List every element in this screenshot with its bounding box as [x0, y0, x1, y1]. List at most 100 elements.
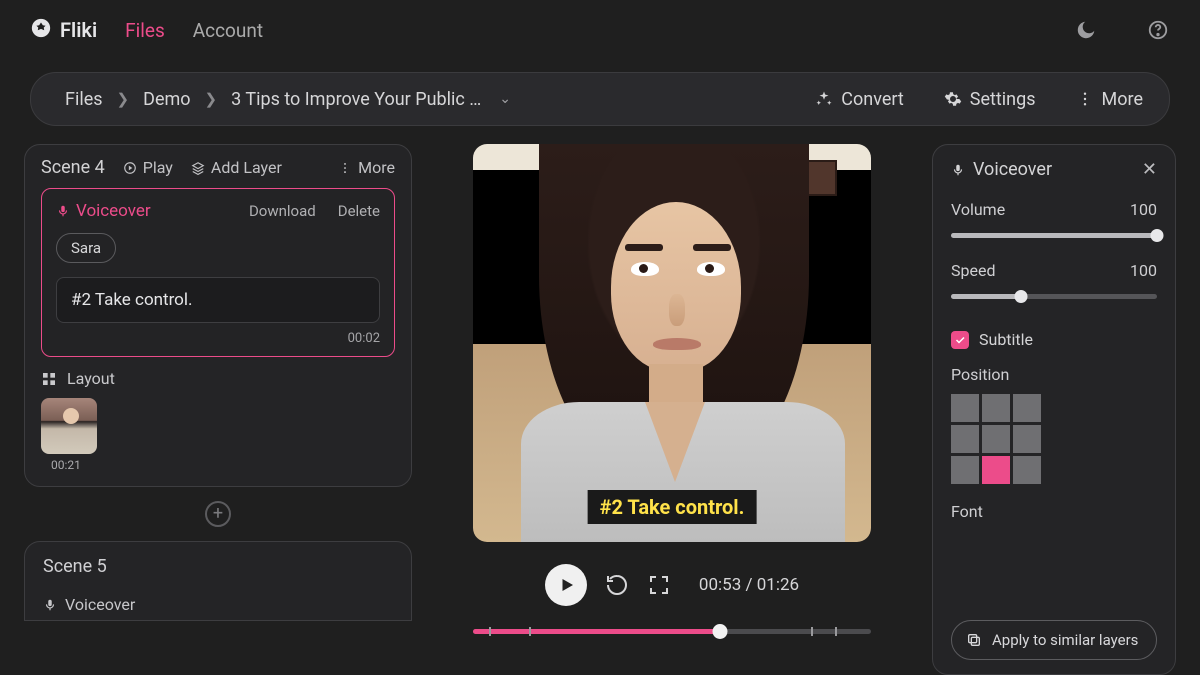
voiceover-card[interactable]: Voiceover Download Delete Sara #2 Take c… — [41, 188, 395, 357]
breadcrumb-folder[interactable]: Demo — [143, 89, 190, 110]
play-icon — [558, 576, 576, 594]
breadcrumb-toolbar: Files ❯ Demo ❯ 3 Tips to Improve Your Pu… — [30, 72, 1170, 126]
scene4-add-layer-label: Add Layer — [211, 158, 282, 177]
scene4-title: Scene 4 — [41, 157, 105, 178]
apply-label: Apply to similar layers — [992, 631, 1138, 649]
brand[interactable]: Fliki — [30, 17, 97, 44]
breadcrumb-file[interactable]: 3 Tips to Improve Your Public … — [231, 89, 481, 110]
close-icon: ✕ — [1142, 159, 1157, 180]
fullscreen-icon — [647, 573, 671, 597]
position-cell-8[interactable] — [1013, 456, 1041, 484]
voiceover-duration: 00:02 — [56, 331, 380, 346]
main-layout: Scene 4 Play Add Layer More — [0, 126, 1200, 675]
layout-header[interactable]: Layout — [41, 369, 395, 388]
position-cell-5[interactable] — [1013, 425, 1041, 453]
layout-grid-icon — [41, 371, 57, 387]
speed-label: Speed — [951, 261, 995, 280]
dots-vertical-icon — [338, 161, 352, 175]
voiceover-text-input[interactable]: #2 Take control. — [56, 277, 380, 323]
volume-slider[interactable] — [951, 229, 1157, 241]
copy-icon — [966, 632, 982, 648]
scene4-add-layer-button[interactable]: Add Layer — [191, 158, 282, 177]
left-column: Scene 4 Play Add Layer More — [24, 144, 412, 675]
voiceover-download-button[interactable]: Download — [249, 202, 316, 220]
video-subtitle: #2 Take control. — [588, 490, 757, 524]
volume-value: 100 — [1130, 200, 1157, 219]
plus-circle-icon: + — [205, 501, 231, 527]
chevron-down-icon[interactable]: ⌄ — [499, 91, 511, 107]
timecode: 00:53 / 01:26 — [699, 575, 799, 595]
player-controls: 00:53 / 01:26 — [545, 564, 799, 606]
layout-label: Layout — [67, 369, 115, 388]
voiceover-delete-button[interactable]: Delete — [338, 202, 380, 220]
position-label: Position — [951, 365, 1157, 384]
speed-value: 100 — [1130, 261, 1157, 280]
convert-button[interactable]: Convert — [815, 89, 904, 110]
gear-icon — [944, 90, 962, 108]
add-scene-button[interactable]: + — [24, 501, 412, 527]
speed-slider-row: Speed 100 — [951, 261, 1157, 302]
chevron-right-icon: ❯ — [117, 90, 130, 108]
voiceover-settings-panel: Voiceover ✕ Volume 100 Speed 100 — [932, 144, 1176, 675]
subtitle-label: Subtitle — [979, 330, 1033, 349]
more-button[interactable]: More — [1076, 89, 1143, 110]
time-current: 00:53 — [699, 575, 741, 595]
position-cell-6[interactable] — [951, 456, 979, 484]
brand-logo-icon — [30, 17, 52, 44]
volume-slider-row: Volume 100 — [951, 200, 1157, 241]
breadcrumb-root[interactable]: Files — [65, 89, 103, 110]
subtitle-checkbox[interactable] — [951, 331, 969, 349]
scene4-panel: Scene 4 Play Add Layer More — [24, 144, 412, 487]
scene5-panel: Scene 5 Voiceover — [24, 541, 412, 621]
center-column: #2 Take control. 00:53 / 01:26 — [436, 144, 908, 675]
position-cell-0[interactable] — [951, 394, 979, 422]
speed-slider[interactable] — [951, 290, 1157, 302]
more-label: More — [1102, 89, 1143, 110]
sparkle-icon — [815, 90, 833, 108]
layers-icon — [191, 161, 205, 175]
layout-thumbnail[interactable] — [41, 398, 97, 454]
replay-button[interactable] — [605, 573, 629, 597]
scene5-voiceover-row[interactable]: Voiceover — [43, 595, 393, 614]
layout-thumb-time: 00:21 — [51, 458, 395, 472]
scene4-play-label: Play — [143, 158, 173, 177]
voiceover-label: Voiceover — [56, 201, 151, 221]
right-panel-title: Voiceover — [973, 159, 1052, 180]
microphone-icon — [43, 598, 57, 612]
apply-to-similar-button[interactable]: Apply to similar layers — [951, 620, 1157, 660]
help-icon[interactable] — [1146, 18, 1170, 42]
position-cell-4[interactable] — [982, 425, 1010, 453]
position-cell-2[interactable] — [1013, 394, 1041, 422]
settings-label: Settings — [970, 89, 1036, 110]
scene5-title: Scene 5 — [43, 556, 393, 577]
microphone-icon — [951, 163, 965, 177]
video-preview[interactable]: #2 Take control. — [473, 144, 871, 542]
brand-name: Fliki — [60, 18, 97, 42]
close-button[interactable]: ✕ — [1142, 159, 1157, 180]
top-nav: Fliki Files Account — [0, 0, 1200, 60]
fullscreen-button[interactable] — [647, 573, 671, 597]
volume-label: Volume — [951, 200, 1005, 219]
nav-files[interactable]: Files — [125, 19, 165, 42]
progress-bar[interactable] — [473, 624, 871, 638]
scene5-voiceover-label: Voiceover — [65, 595, 135, 614]
subtitle-checkbox-row[interactable]: Subtitle — [951, 330, 1157, 349]
scene4-play-button[interactable]: Play — [123, 158, 173, 177]
play-button[interactable] — [545, 564, 587, 606]
check-icon — [954, 334, 966, 346]
theme-toggle-icon[interactable] — [1074, 18, 1098, 42]
scene4-more-label: More — [358, 158, 395, 177]
position-cell-1[interactable] — [982, 394, 1010, 422]
scene4-more-button[interactable]: More — [338, 158, 395, 177]
time-total: 01:26 — [757, 575, 799, 595]
chevron-right-icon: ❯ — [205, 90, 218, 108]
position-cell-3[interactable] — [951, 425, 979, 453]
voice-chip[interactable]: Sara — [56, 233, 116, 263]
replay-icon — [605, 573, 629, 597]
dots-vertical-icon — [1076, 90, 1094, 108]
position-grid — [951, 394, 1157, 484]
play-circle-icon — [123, 161, 137, 175]
nav-account[interactable]: Account — [193, 19, 263, 42]
position-cell-7[interactable] — [982, 456, 1010, 484]
settings-button[interactable]: Settings — [944, 89, 1036, 110]
